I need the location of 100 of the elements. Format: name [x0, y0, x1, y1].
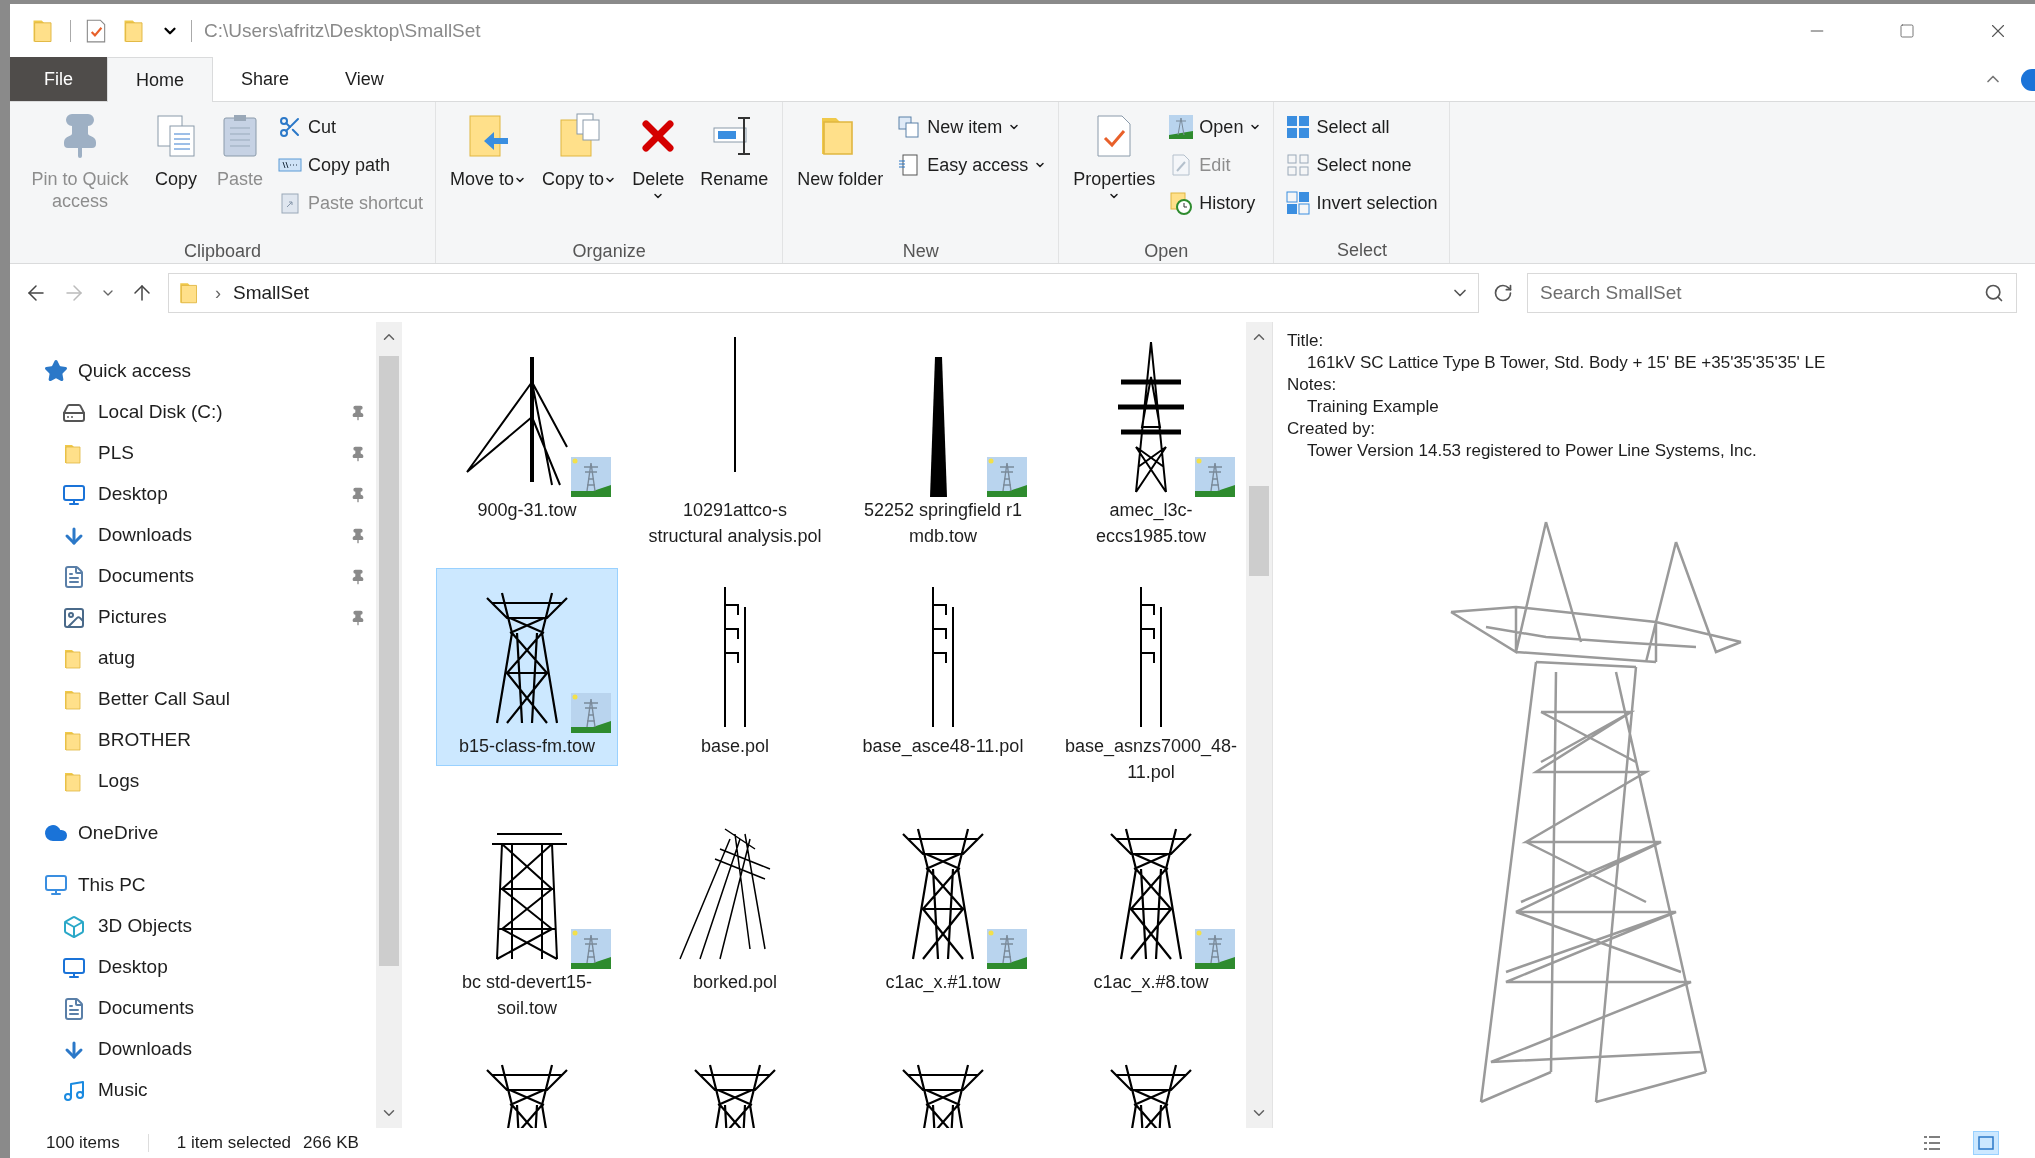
ribbon-button[interactable]: Properties: [1067, 102, 1162, 238]
cube-icon: [62, 914, 86, 939]
ribbon-tab[interactable]: View: [317, 57, 412, 101]
detail-value: 161kV SC Lattice Type B Tower, Std. Body + 15' BE +35'35'35'35' LE: [1306, 352, 1827, 374]
ribbon-group-label: Clipboard: [183, 240, 263, 263]
nav-item[interactable]: Downloads: [10, 1029, 376, 1070]
file-scrollbar[interactable]: [1246, 322, 1272, 1128]
detail-label: Notes:: [1287, 374, 1338, 396]
ribbon-button[interactable]: Select all: [1282, 108, 1442, 146]
nav-item[interactable]: Quick access: [10, 350, 376, 392]
file-item[interactable]: bc std-devert15-soil.tow: [436, 804, 618, 1040]
nav-item[interactable]: Desktop: [10, 947, 376, 988]
scroll-thumb[interactable]: [379, 356, 399, 966]
star-icon: [44, 359, 68, 383]
file-name: borked.pol: [691, 971, 779, 994]
nav-item[interactable]: atug: [10, 638, 376, 679]
ribbon-button[interactable]: Invert selection: [1282, 184, 1442, 222]
detail-label: Title:: [1287, 330, 1325, 352]
file-name: amec_l3c-eccs1985.tow: [1094, 499, 1208, 548]
search-input[interactable]: Search SmallSet: [1540, 278, 1984, 308]
file-item[interactable]: borked.pol: [644, 804, 826, 1040]
scroll-thumb[interactable]: [1249, 486, 1269, 576]
file-name: 900g-31.tow: [476, 499, 578, 522]
ribbon-button[interactable]: Delete: [626, 102, 691, 238]
invert-selection-icon: [1286, 191, 1311, 215]
nav-item[interactable]: Documents: [10, 556, 376, 597]
file-name: c1ac_x.#1.tow: [884, 971, 1002, 995]
file-item[interactable]: 52252 springfield r1 mdb.tow: [852, 332, 1034, 568]
breadcrumb-separator: ›: [215, 281, 221, 305]
file-item[interactable]: base.pol: [644, 568, 826, 804]
document-icon: [62, 996, 86, 1021]
ribbon-group-label: Select: [1335, 239, 1388, 262]
file-item[interactable]: c1ac_x.#8.tow: [1060, 804, 1242, 1040]
nav-item[interactable]: Logs: [10, 761, 376, 802]
file-item[interactable]: c1ac_x.#1.tow: [852, 804, 1034, 1040]
detail-label: Created by:: [1287, 418, 1376, 440]
selection-info: 1 item selected: [176, 1132, 292, 1155]
nav-item[interactable]: Desktop: [10, 474, 376, 515]
file-name: c1ac_x.#8.tow: [1092, 971, 1210, 995]
shortcut-icon: [278, 191, 302, 215]
scissors-icon: [278, 115, 302, 139]
ribbon-button[interactable]: Easy access: [893, 146, 1051, 184]
help-icon[interactable]: [2021, 69, 2035, 91]
ribbon-button[interactable]: Copy: [146, 102, 206, 238]
ribbon-button[interactable]: New folder: [791, 102, 890, 238]
ribbon-tab[interactable]: Share: [213, 57, 318, 101]
breadcrumb[interactable]: SmallSet: [233, 278, 310, 308]
file-item[interactable]: base_asce48-11.pol: [852, 568, 1034, 804]
ribbon-button[interactable]: Cut: [274, 108, 428, 146]
detail-value: Tower Version 14.53 registered to Power Line Systems, Inc.: [1306, 440, 1758, 462]
ribbon-group-label: Open: [1143, 240, 1190, 263]
nav-item[interactable]: PLS: [10, 433, 376, 474]
tower-app-icon: [1169, 115, 1194, 139]
nav-item[interactable]: 3D Objects: [10, 906, 376, 947]
ribbon-button[interactable]: Copy to: [536, 102, 623, 238]
address-bar[interactable]: › SmallSet: [168, 273, 1479, 313]
select-all-icon: [1286, 115, 1311, 139]
file-name: base_asnzs7000_48-11.pol: [1063, 735, 1239, 784]
document-icon: [62, 564, 86, 589]
nav-item[interactable]: Documents: [10, 988, 376, 1029]
ribbon-button[interactable]: Select none: [1282, 146, 1442, 184]
selection-size: 266 KB: [303, 1132, 359, 1155]
sidebar-scrollbar[interactable]: [376, 322, 402, 1128]
nav-item[interactable]: Better Call Saul: [10, 679, 376, 720]
nav-item[interactable]: Pictures: [10, 597, 376, 638]
ribbon-button[interactable]: History: [1165, 184, 1266, 222]
ribbon-button[interactable]: Rename: [694, 102, 775, 238]
ribbon-button[interactable]: Copy path: [274, 146, 428, 184]
detail-value: Training Example: [1306, 396, 1440, 418]
nav-item[interactable]: This PC: [10, 864, 376, 906]
file-item[interactable]: 900g-31.tow: [436, 332, 618, 568]
nav-item[interactable]: Local Disk (C:): [10, 392, 376, 433]
music-icon: [62, 1078, 86, 1103]
file-item[interactable]: amec_l3c-eccs1985.tow: [1060, 332, 1242, 568]
file-item[interactable]: 10291attco-s structural analysis.pol: [644, 332, 826, 568]
ribbon-group-label: New: [901, 240, 940, 263]
nav-item[interactable]: Downloads: [10, 515, 376, 556]
nav-item[interactable]: Music: [10, 1070, 376, 1111]
file-name: 10291attco-s structural analysis.pol: [647, 499, 823, 548]
select-none-icon: [1286, 153, 1311, 177]
file-name: 52252 springfield r1 mdb.tow: [862, 499, 1024, 548]
refresh-icon[interactable]: [1493, 283, 1513, 303]
maximize-icon[interactable]: [1899, 23, 1915, 39]
file-item[interactable]: b15-class-fm.tow: [436, 568, 618, 766]
ribbon-button[interactable]: Move to: [444, 102, 533, 238]
desktop-icon: [62, 482, 86, 507]
details-view-icon: [1923, 1135, 1941, 1151]
new-item-icon: [897, 115, 922, 139]
search-field[interactable]: Search SmallSet: [1527, 273, 2017, 313]
file-item[interactable]: base_asnzs7000_48-11.pol: [1060, 568, 1242, 804]
large-icons-view-icon: [1977, 1135, 1995, 1151]
nav-item[interactable]: OneDrive: [10, 812, 376, 854]
desktop-icon: [62, 955, 86, 980]
large-icons-view-button[interactable]: [1973, 1131, 1999, 1155]
ribbon-button[interactable]: Open: [1165, 108, 1266, 146]
nav-item[interactable]: BROTHER: [10, 720, 376, 761]
file-name: b15-class-fm.tow: [457, 735, 596, 758]
ribbon-tab[interactable]: Home: [107, 57, 214, 102]
ribbon-tab[interactable]: File: [10, 57, 107, 101]
ribbon-button[interactable]: New item: [893, 108, 1051, 146]
